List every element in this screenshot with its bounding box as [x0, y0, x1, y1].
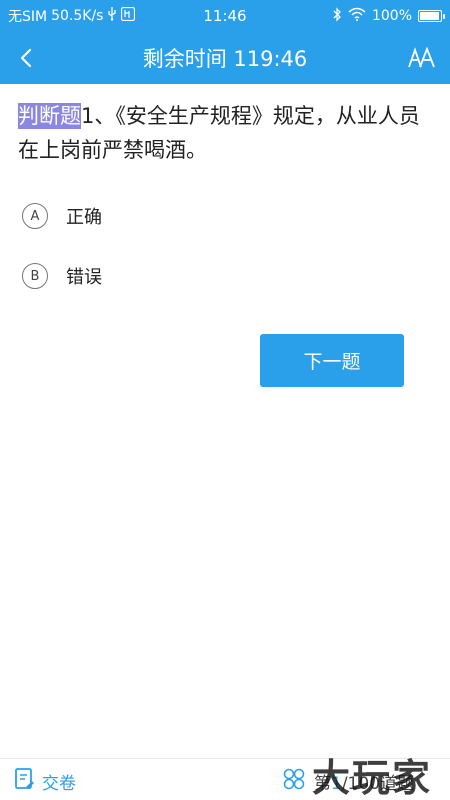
submit-label: 交卷	[42, 774, 76, 794]
option-label: 正确	[66, 207, 102, 228]
battery-percent: 100%	[371, 8, 412, 24]
battery-fill	[420, 12, 439, 20]
page-title: 剩余时间 119:46	[142, 47, 308, 71]
progress-prefix: 第	[314, 774, 331, 794]
submit-button[interactable]: 交卷	[14, 767, 76, 796]
question-text: 判断题1、《安全生产规程》规定，从业人员在上岗前严禁喝酒。	[18, 99, 432, 167]
status-left: 无SIM 50.5K/s	[8, 6, 332, 26]
bottom-bar: 交卷 第1/100道题	[0, 758, 450, 800]
question-progress[interactable]: 第1/100道题	[282, 767, 414, 796]
option-letter-circle: B	[22, 263, 48, 289]
option-letter-circle: A	[22, 203, 48, 229]
network-speed: 50.5K/s	[51, 8, 104, 24]
option-label: 错误	[66, 267, 102, 288]
carrier-label: 无SIM	[8, 9, 48, 25]
status-bar: 无SIM 50.5K/s 11:46 100%	[0, 0, 450, 32]
next-question-button[interactable]: 下一题	[260, 334, 404, 387]
progress-current: 1	[331, 774, 342, 794]
wifi-icon	[348, 7, 366, 25]
bluetooth-icon	[332, 6, 342, 26]
progress-total: /100道题	[341, 774, 415, 794]
chevron-left-icon[interactable]	[10, 42, 42, 74]
battery-icon	[418, 10, 445, 22]
nav-bar: 剩余时间 119:46	[0, 32, 450, 84]
question-type-badge: 判断题	[18, 103, 81, 129]
exam-paper-icon	[14, 767, 36, 796]
option-a[interactable]: A 正确	[22, 196, 322, 236]
option-b[interactable]: B 错误	[22, 256, 322, 296]
usb-icon	[107, 7, 117, 25]
status-right: 100%	[332, 6, 445, 26]
font-size-icon[interactable]	[406, 42, 438, 74]
grid-icon	[282, 767, 306, 796]
progress-text: 第1/100道题	[314, 769, 414, 794]
notification-icon	[121, 6, 136, 25]
